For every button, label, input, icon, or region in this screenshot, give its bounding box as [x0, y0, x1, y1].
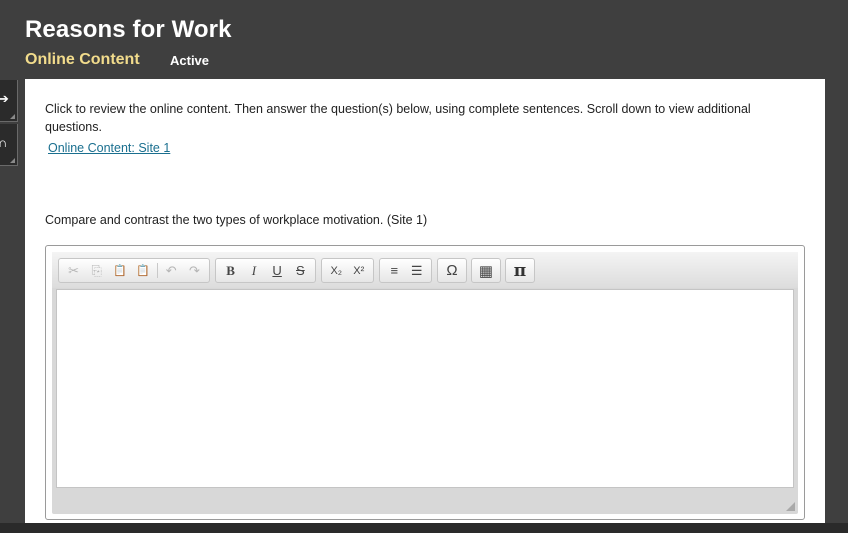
- list-group: ≡ ☰: [379, 258, 432, 283]
- editor-toolbar: ✂ ⎘ 📋 📋 ↶ ↷ B I U S X₂ X² ≡ ☰ Ω ▦ π: [52, 252, 798, 288]
- online-content-link[interactable]: Online Content: Site 1: [48, 141, 170, 155]
- content-panel: Click to review the online content. Then…: [25, 79, 825, 523]
- rich-text-editor: ✂ ⎘ 📋 📋 ↶ ↷ B I U S X₂ X² ≡ ☰ Ω ▦ π: [45, 245, 805, 520]
- corner-mark: [10, 158, 15, 163]
- copy-icon[interactable]: ⎘: [85, 259, 108, 282]
- script-group: X₂ X²: [321, 258, 374, 283]
- arrow-right-icon: ➔: [0, 91, 9, 106]
- question-text: Compare and contrast the two types of wo…: [45, 213, 428, 227]
- side-nav-forward-tab[interactable]: ➔: [0, 80, 18, 122]
- underline-button[interactable]: U: [266, 259, 289, 282]
- paste-text-icon[interactable]: 📋: [132, 259, 155, 282]
- paste-icon[interactable]: 📋: [108, 259, 131, 282]
- side-nav-headphones-tab[interactable]: ∩: [0, 124, 18, 166]
- bottom-bar: [0, 523, 848, 533]
- superscript-button[interactable]: X²: [348, 259, 371, 282]
- corner-mark: [10, 114, 15, 119]
- italic-button[interactable]: I: [242, 259, 265, 282]
- headphones-icon: ∩: [0, 135, 8, 150]
- instructions-text: Click to review the online content. Then…: [45, 102, 751, 134]
- redo-icon[interactable]: ↷: [183, 259, 206, 282]
- table-group: ▦: [471, 258, 501, 283]
- numbered-list-button[interactable]: ≡: [383, 259, 406, 282]
- math-equation-button[interactable]: π: [509, 259, 531, 282]
- resize-handle-icon[interactable]: [786, 502, 795, 511]
- special-char-group: Ω: [437, 258, 467, 283]
- bullet-list-button[interactable]: ☰: [406, 259, 429, 282]
- basic-styles-group: B I U S: [215, 258, 316, 283]
- toolbar-separator: [156, 263, 158, 278]
- cut-icon[interactable]: ✂: [62, 259, 85, 282]
- answer-text-area[interactable]: [56, 289, 794, 488]
- activity-type: Online Content: [25, 51, 140, 68]
- bold-button[interactable]: B: [219, 259, 242, 282]
- subscript-button[interactable]: X₂: [325, 259, 348, 282]
- page-title: Reasons for Work: [25, 16, 232, 43]
- status-label: Active: [170, 53, 210, 68]
- strikethrough-button[interactable]: S: [289, 259, 312, 282]
- table-icon[interactable]: ▦: [475, 259, 497, 282]
- clipboard-group: ✂ ⎘ 📋 📋 ↶ ↷: [58, 258, 210, 283]
- math-group: π: [505, 258, 535, 283]
- undo-icon[interactable]: ↶: [160, 259, 183, 282]
- editor-frame: ✂ ⎘ 📋 📋 ↶ ↷ B I U S X₂ X² ≡ ☰ Ω ▦ π: [52, 252, 798, 514]
- special-character-button[interactable]: Ω: [441, 259, 463, 282]
